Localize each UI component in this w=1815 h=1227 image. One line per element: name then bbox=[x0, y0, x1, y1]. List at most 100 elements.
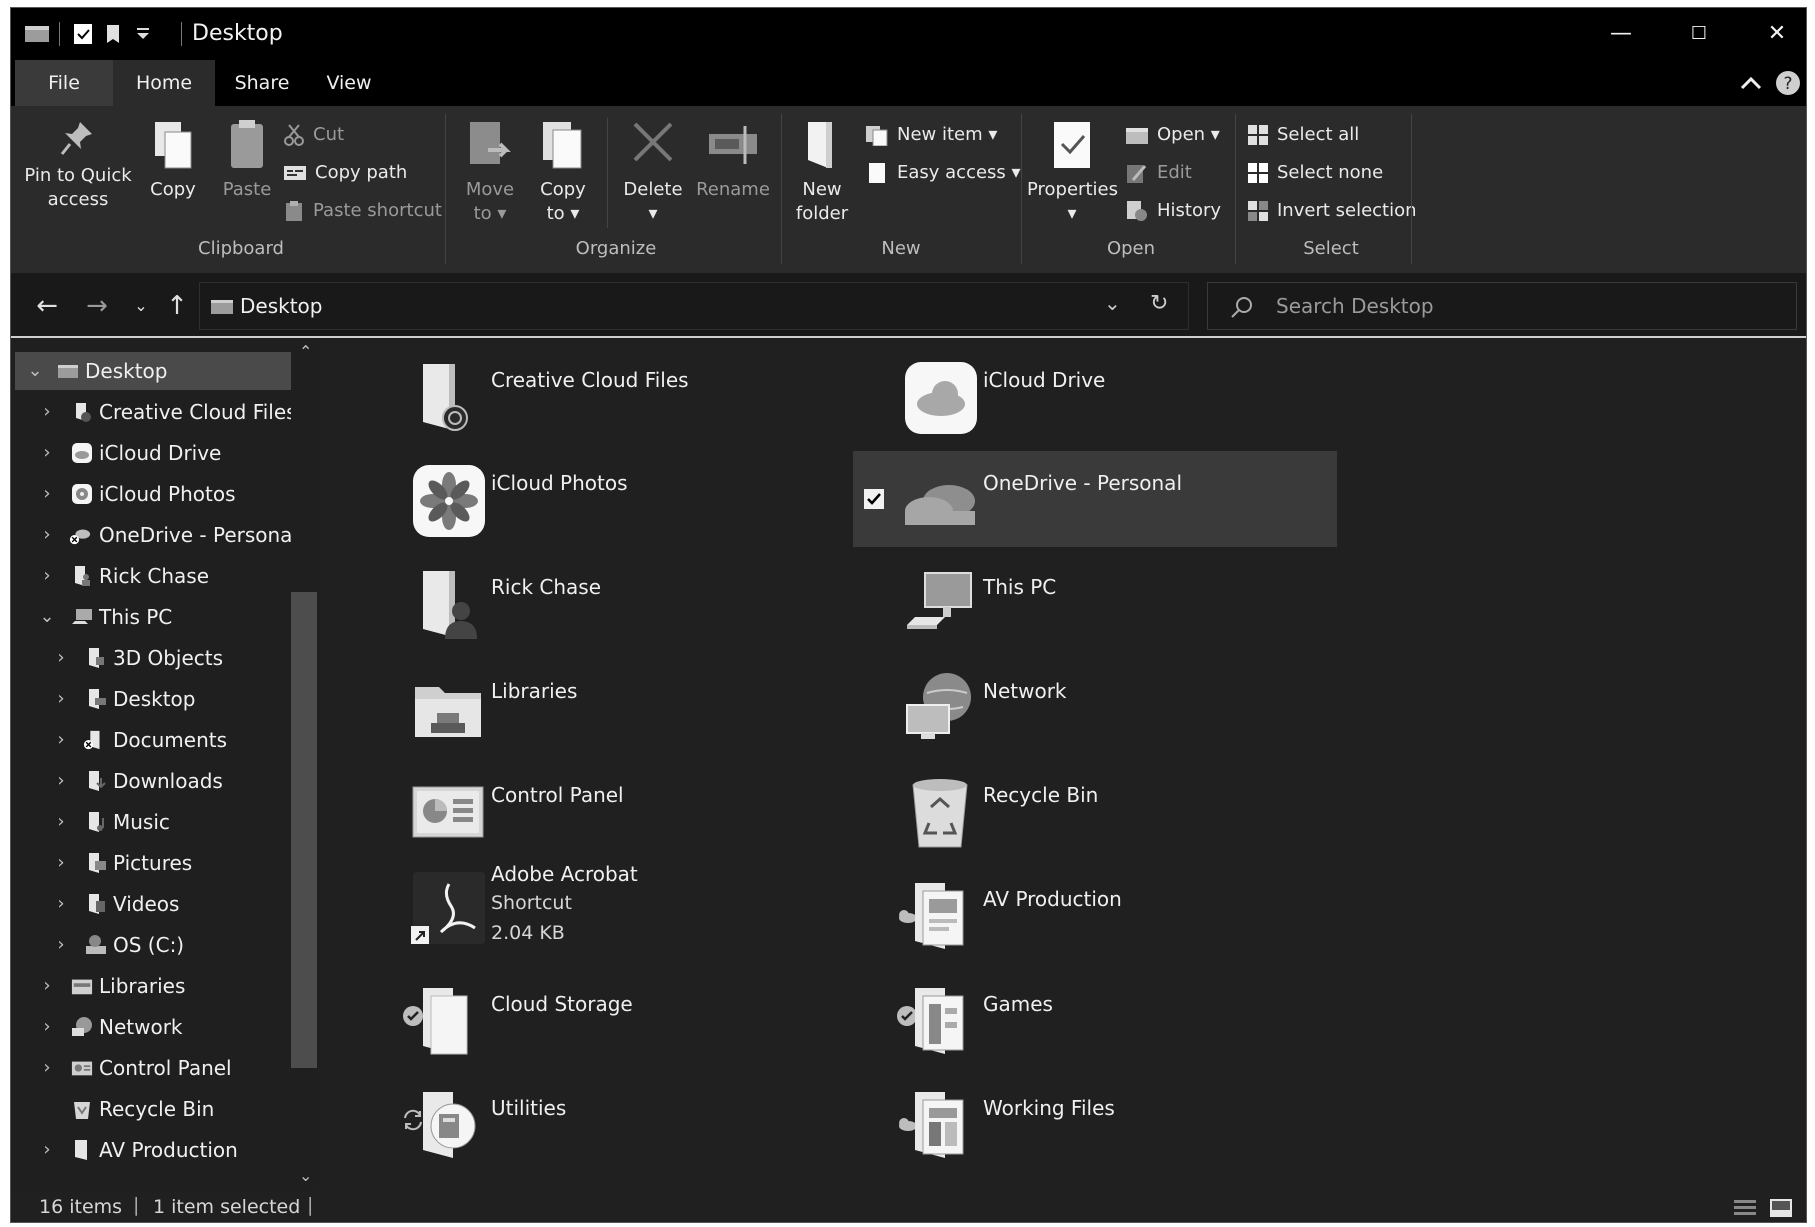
nav-item-av-production[interactable]: › AV Production bbox=[11, 1132, 291, 1168]
search-input[interactable] bbox=[1276, 292, 1776, 320]
collapse-ribbon-icon[interactable] bbox=[1738, 71, 1764, 95]
list-item[interactable]: Control Panel bbox=[405, 767, 875, 857]
chevron-right-icon[interactable]: › bbox=[37, 435, 57, 471]
list-item[interactable]: iCloud Drive bbox=[897, 352, 1367, 442]
open-button[interactable]: Open ▾ bbox=[1125, 120, 1220, 150]
nav-item-3d-objects[interactable]: › 3D Objects bbox=[11, 640, 291, 676]
customize-quick-access-dropdown-icon[interactable] bbox=[133, 22, 153, 46]
nav-item-this-pc[interactable]: ⌄ This PC bbox=[11, 599, 291, 635]
nav-scrollbar-thumb[interactable] bbox=[291, 592, 317, 1068]
chevron-right-icon[interactable]: › bbox=[37, 1132, 57, 1168]
paste-shortcut-button[interactable]: Paste shortcut bbox=[283, 196, 442, 226]
up-arrow-icon[interactable]: ↑ bbox=[159, 288, 195, 324]
chevron-right-icon[interactable]: › bbox=[37, 1009, 57, 1045]
nav-item-os-c[interactable]: › OS (C:) bbox=[11, 927, 291, 963]
chevron-right-icon[interactable]: › bbox=[51, 640, 71, 676]
chevron-right-icon[interactable]: › bbox=[51, 927, 71, 963]
chevron-right-icon[interactable]: › bbox=[51, 722, 71, 758]
list-item[interactable]: OneDrive - Personal bbox=[897, 455, 1367, 545]
large-icons-view-icon[interactable] bbox=[1769, 1198, 1793, 1218]
list-item[interactable]: AV Production bbox=[897, 871, 1367, 961]
select-none-button[interactable]: Select none bbox=[1247, 158, 1383, 188]
scroll-down-icon[interactable]: ⌄ bbox=[299, 1166, 312, 1185]
nav-item-libraries[interactable]: › Libraries bbox=[11, 968, 291, 1004]
chevron-right-icon[interactable]: › bbox=[51, 763, 71, 799]
nav-item-rick-chase[interactable]: › Rick Chase bbox=[11, 558, 291, 594]
nav-item-pictures[interactable]: › Pictures bbox=[11, 845, 291, 881]
chevron-down-icon[interactable]: ⌄ bbox=[37, 599, 57, 635]
nav-item-icloud-drive[interactable]: › iCloud Drive bbox=[11, 435, 291, 471]
minimize-button[interactable]: — bbox=[1581, 8, 1661, 60]
chevron-right-icon[interactable]: › bbox=[51, 845, 71, 881]
search-box[interactable] bbox=[1207, 282, 1797, 330]
list-item[interactable]: Creative Cloud Files bbox=[405, 352, 875, 442]
nav-item-desktop-folder[interactable]: › Desktop bbox=[11, 681, 291, 717]
list-item[interactable]: This PC bbox=[897, 559, 1367, 649]
chevron-right-icon[interactable]: › bbox=[51, 886, 71, 922]
chevron-right-icon[interactable]: › bbox=[37, 476, 57, 512]
properties-quick-icon[interactable] bbox=[71, 22, 95, 46]
chevron-right-icon[interactable]: › bbox=[37, 558, 57, 594]
properties-button[interactable]: Properties ▾ bbox=[1027, 118, 1118, 226]
copy-button[interactable]: Copy bbox=[141, 118, 205, 202]
chevron-right-icon[interactable]: › bbox=[37, 394, 57, 430]
chevron-right-icon[interactable]: › bbox=[37, 517, 57, 553]
easy-access-button[interactable]: Easy access ▾ bbox=[865, 158, 1021, 188]
nav-item-downloads[interactable]: › Downloads bbox=[11, 763, 291, 799]
forward-arrow-icon[interactable]: → bbox=[79, 288, 115, 324]
nav-item-network[interactable]: › Network bbox=[11, 1009, 291, 1045]
history-button[interactable]: History bbox=[1125, 196, 1221, 226]
nav-item-documents[interactable]: › Documents bbox=[11, 722, 291, 758]
edit-button[interactable]: Edit bbox=[1125, 158, 1192, 188]
nav-item-recycle-bin[interactable]: Recycle Bin bbox=[11, 1091, 291, 1127]
list-item[interactable]: Libraries bbox=[405, 663, 875, 753]
list-item[interactable]: Network bbox=[897, 663, 1367, 753]
tab-file[interactable]: File bbox=[15, 60, 113, 106]
new-folder-quick-icon[interactable] bbox=[103, 22, 127, 46]
new-item-button[interactable]: New item ▾ bbox=[865, 120, 997, 150]
list-item[interactable]: Utilities bbox=[405, 1080, 875, 1170]
details-view-icon[interactable] bbox=[1733, 1198, 1757, 1218]
list-item[interactable]: iCloud Photos bbox=[405, 455, 875, 545]
copy-path-button[interactable]: Copy path bbox=[283, 158, 407, 188]
cut-button[interactable]: Cut bbox=[283, 120, 344, 150]
nav-item-music[interactable]: › Music bbox=[11, 804, 291, 840]
copy-to-button[interactable]: Copy to ▾ bbox=[531, 118, 595, 226]
close-button[interactable]: ✕ bbox=[1737, 8, 1806, 60]
tab-view[interactable]: View bbox=[309, 60, 389, 106]
list-item[interactable]: Games bbox=[897, 976, 1367, 1066]
tab-home[interactable]: Home bbox=[113, 60, 215, 106]
address-dropdown-chevron-icon[interactable]: ⌄ bbox=[1104, 291, 1121, 315]
chevron-down-icon[interactable]: ⌄ bbox=[25, 353, 45, 389]
list-item[interactable]: Cloud Storage bbox=[405, 976, 875, 1066]
list-item[interactable]: Adobe Acrobat Shortcut 2.04 KB bbox=[405, 862, 875, 972]
chevron-right-icon[interactable]: › bbox=[51, 804, 71, 840]
refresh-icon[interactable]: ↻ bbox=[1150, 291, 1168, 316]
invert-selection-button[interactable]: Invert selection bbox=[1247, 196, 1417, 226]
chevron-right-icon[interactable]: › bbox=[37, 1050, 57, 1086]
select-all-button[interactable]: Select all bbox=[1247, 120, 1359, 150]
chevron-right-icon[interactable]: › bbox=[51, 681, 71, 717]
list-item[interactable]: Rick Chase bbox=[405, 559, 875, 649]
maximize-button[interactable]: ☐ bbox=[1659, 8, 1739, 60]
tab-share[interactable]: Share bbox=[215, 60, 309, 106]
list-item[interactable]: Working Files bbox=[897, 1080, 1367, 1170]
nav-item-icloud-photos[interactable]: › iCloud Photos bbox=[11, 476, 291, 512]
nav-item-onedrive-personal[interactable]: › OneDrive - Personal bbox=[11, 517, 291, 553]
recent-locations-chevron-icon[interactable]: ⌄ bbox=[123, 288, 159, 324]
nav-item-control-panel[interactable]: › Control Panel bbox=[11, 1050, 291, 1086]
pin-to-quick-access-button[interactable]: Pin to Quick access bbox=[23, 118, 133, 212]
new-folder-button[interactable]: New folder bbox=[789, 118, 855, 226]
nav-item-creative-cloud-files[interactable]: › Creative Cloud Files bbox=[11, 394, 291, 430]
chevron-right-icon[interactable]: › bbox=[37, 968, 57, 1004]
delete-button[interactable]: Delete ▾ bbox=[615, 118, 691, 226]
selected-checkbox-icon[interactable] bbox=[863, 488, 885, 510]
list-item[interactable]: Recycle Bin bbox=[897, 767, 1367, 857]
move-to-button[interactable]: Move to ▾ bbox=[459, 118, 521, 226]
nav-item-desktop[interactable]: ⌄ Desktop bbox=[11, 353, 291, 389]
rename-button[interactable]: Rename bbox=[695, 118, 771, 202]
help-icon[interactable]: ? bbox=[1775, 70, 1801, 96]
paste-button[interactable]: Paste bbox=[215, 118, 279, 202]
nav-item-videos[interactable]: › Videos bbox=[11, 886, 291, 922]
scroll-up-icon[interactable]: ⌃ bbox=[299, 342, 312, 361]
